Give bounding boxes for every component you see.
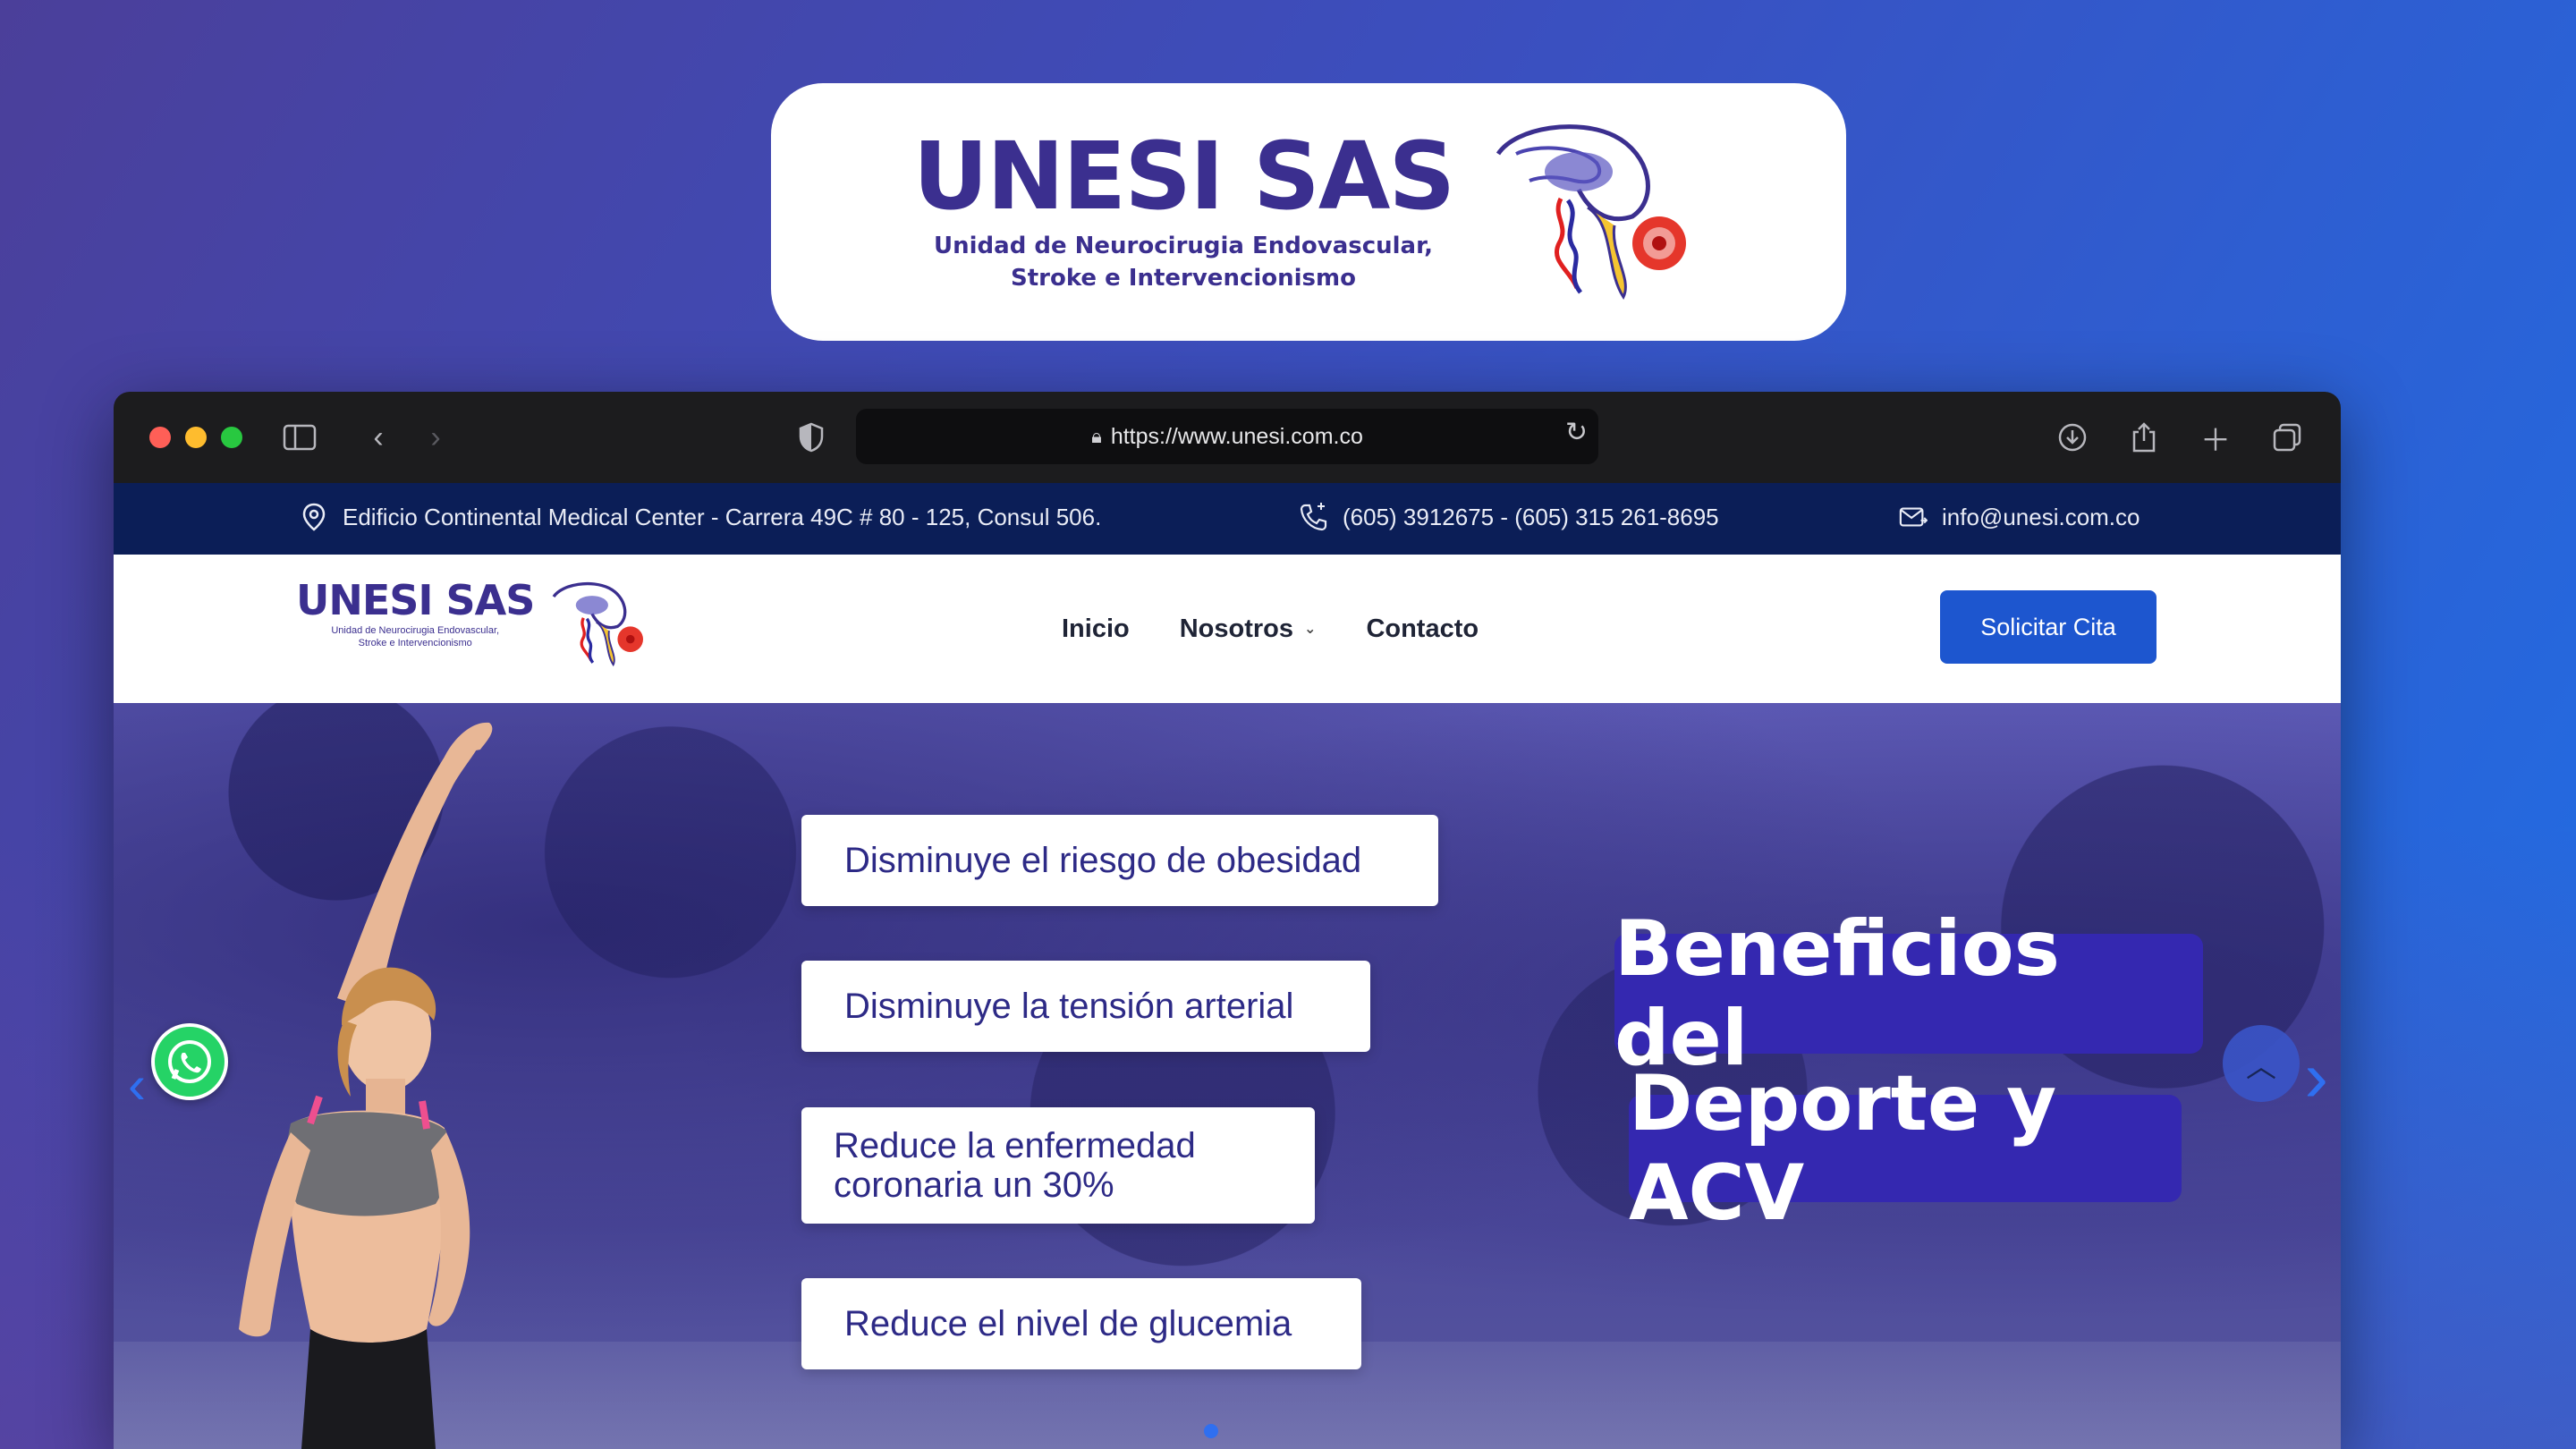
site-logo-text: UNESI SAS Unidad de Neurocirugia Endovas…	[296, 576, 535, 650]
address-info: Edificio Continental Medical Center - Ca…	[300, 503, 1101, 531]
benefit-card: Reduce el nivel de glucemia	[801, 1278, 1361, 1369]
sidebar-toggle-icon[interactable]	[280, 418, 319, 457]
location-pin-icon	[300, 503, 328, 531]
slider-dot-active[interactable]	[1204, 1424, 1218, 1438]
benefit-card: Reduce la enfermedad coronaria un 30%	[801, 1107, 1315, 1224]
email-text[interactable]: info@unesi.com.co	[1942, 504, 2140, 531]
chevron-down-icon: ⌄	[1304, 622, 1317, 637]
window-controls	[149, 427, 242, 448]
scroll-to-top-button[interactable]: ︿	[2223, 1025, 2300, 1102]
close-window-button[interactable]	[149, 427, 171, 448]
nav-item-nosotros[interactable]: Nosotros ⌄	[1180, 614, 1317, 644]
benefit-card: Disminuye el riesgo de obesidad	[801, 815, 1438, 906]
minimize-window-button[interactable]	[185, 427, 207, 448]
brand-logo-card: UNESI SAS Unidad de Neurocirugia Endovas…	[771, 83, 1846, 341]
nav-item-label: Contacto	[1366, 614, 1479, 643]
site-header: UNESI SAS Unidad de Neurocirugia Endovas…	[114, 555, 2341, 703]
woman-stretching-image	[239, 722, 493, 1449]
address-bar[interactable]: 🔒︎ https://www.unesi.com.co ↻	[856, 409, 1598, 464]
slider-next-arrow-icon[interactable]: ›	[2304, 1036, 2328, 1118]
brand-subtitle-line2: Stroke e Intervencionismo	[1010, 265, 1356, 292]
browser-window: ‹ › 🔒︎ https://www.unesi.com.co ↻ ＋ Edif…	[114, 392, 2341, 1449]
email-icon	[1899, 503, 1928, 531]
site-logo-subtitle-line1: Unidad de Neurocirugia Endovascular,	[331, 625, 500, 636]
tab-overview-icon[interactable]	[2267, 418, 2307, 457]
contact-info-bar: Edificio Continental Medical Center - Ca…	[114, 483, 2341, 555]
brand-logo-text: UNESI SAS Unidad de Neurocirugia Endovas…	[912, 121, 1456, 295]
nav-item-label: Nosotros	[1179, 614, 1294, 643]
hero-headline-line2: Deporte y ACV	[1629, 1059, 2182, 1238]
back-arrow-icon[interactable]: ‹	[359, 418, 398, 457]
toolbar-actions: ＋	[2053, 418, 2307, 458]
share-icon[interactable]	[2124, 418, 2164, 457]
benefit-text: Disminuye la tensión arterial	[844, 987, 1294, 1026]
reload-icon[interactable]: ↻	[1565, 417, 1588, 448]
lock-icon: 🔒︎	[1091, 425, 1102, 447]
benefit-card: Disminuye la tensión arterial	[801, 961, 1370, 1052]
privacy-shield-icon[interactable]	[792, 418, 831, 457]
brand-title: UNESI SAS	[912, 121, 1456, 231]
maximize-window-button[interactable]	[221, 427, 242, 448]
nav-item-contacto[interactable]: Contacto	[1366, 614, 1479, 644]
site-logo[interactable]: UNESI SAS Unidad de Neurocirugia Endovas…	[296, 580, 652, 669]
phone-info: (605) 3912675 - (605) 315 261-8695	[1300, 503, 1719, 531]
benefit-text: Reduce la enfermedad coronaria un 30%	[834, 1126, 1196, 1205]
benefit-text: Reduce el nivel de glucemia	[844, 1304, 1292, 1343]
slider-prev-arrow-icon[interactable]: ‹	[128, 1054, 146, 1115]
address-text: Edificio Continental Medical Center - Ca…	[343, 503, 1102, 530]
brain-logo-icon	[553, 581, 644, 667]
hero-headline-line1: Beneficios del	[1614, 904, 2203, 1083]
browser-toolbar: ‹ › 🔒︎ https://www.unesi.com.co ↻ ＋	[114, 392, 2341, 483]
hero-slider: Disminuye el riesgo de obesidad Disminuy…	[114, 703, 2341, 1449]
site-logo-subtitle-line2: Stroke e Intervencionismo	[358, 638, 472, 649]
download-icon[interactable]	[2053, 418, 2092, 457]
brand-subtitle-line1: Unidad de Neurocirugia Endovascular,	[934, 232, 1433, 259]
forward-arrow-icon[interactable]: ›	[416, 418, 455, 457]
brain-logo-icon	[1496, 124, 1687, 300]
url-text: https://www.unesi.com.co	[1110, 423, 1363, 449]
main-nav: Inicio Nosotros ⌄ Contacto	[1062, 555, 1479, 703]
phone-icon	[1300, 503, 1328, 531]
site-logo-subtitle: Unidad de Neurocirugia Endovascular, Str…	[296, 624, 534, 650]
benefit-text: Disminuye el riesgo de obesidad	[844, 841, 1362, 880]
site-logo-title: UNESI SAS	[296, 576, 535, 624]
nav-item-inicio[interactable]: Inicio	[1062, 614, 1130, 644]
request-appointment-button[interactable]: Solicitar Cita	[1940, 590, 2157, 664]
nav-item-label: Inicio	[1062, 614, 1130, 643]
whatsapp-icon[interactable]	[151, 1023, 228, 1100]
new-tab-icon[interactable]: ＋	[2196, 418, 2235, 458]
email-info: info@unesi.com.co	[1899, 503, 2140, 531]
phone-text: (605) 3912675 - (605) 315 261-8695	[1343, 503, 1719, 530]
brand-subtitle: Unidad de Neurocirugia Endovascular, Str…	[934, 230, 1433, 295]
